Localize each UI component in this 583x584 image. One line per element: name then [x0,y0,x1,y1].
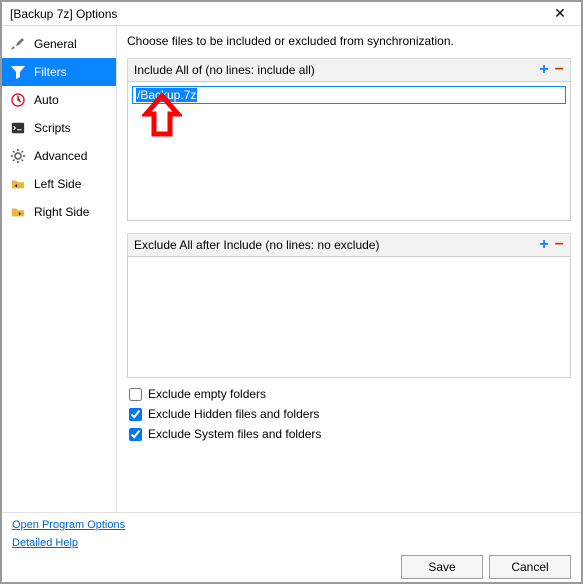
exclude-listbox[interactable] [127,256,571,378]
sidebar-item-label: Filters [34,65,67,79]
sidebar-item-label: Scripts [34,121,71,135]
folder-left-icon [10,176,26,192]
check-exclude-empty[interactable]: Exclude empty folders [129,384,569,404]
gear-icon [10,148,26,164]
checkbox-label: Exclude Hidden files and folders [148,407,319,421]
include-header: Include All of (no lines: include all) +… [127,58,571,81]
sidebar: General Filters Auto Scripts Advanced [2,26,117,512]
exclude-remove-icon[interactable]: − [555,237,564,253]
main-area: General Filters Auto Scripts Advanced [2,26,581,512]
include-listbox[interactable]: /Backup.7z [127,81,571,221]
checkbox-label: Exclude System files and folders [148,427,321,441]
sidebar-item-left-side[interactable]: Left Side [2,170,116,198]
content-panel: Choose files to be included or excluded … [117,26,581,512]
sidebar-item-label: Advanced [34,149,87,163]
check-exclude-system[interactable]: Exclude System files and folders [129,424,569,444]
folder-right-icon [10,204,26,220]
sidebar-item-label: Left Side [34,177,81,191]
wrench-icon [10,36,26,52]
include-controls: + − [539,62,564,78]
sidebar-item-auto[interactable]: Auto [2,86,116,114]
close-icon[interactable]: ✕ [545,5,575,22]
sidebar-item-label: Right Side [34,205,89,219]
cancel-button[interactable]: Cancel [489,555,571,579]
checkbox-group: Exclude empty folders Exclude Hidden fil… [127,378,571,444]
sidebar-item-scripts[interactable]: Scripts [2,114,116,142]
checkbox-empty[interactable] [129,388,142,401]
exclude-controls: + − [539,237,564,253]
include-entry-value: /Backup.7z [136,88,197,102]
footer: Open Program Options Detailed Help Save … [2,512,581,582]
window-title: [Backup 7z] Options [10,7,117,21]
description-text: Choose files to be included or excluded … [127,34,571,48]
exclude-header-label: Exclude All after Include (no lines: no … [134,238,379,252]
exclude-header: Exclude All after Include (no lines: no … [127,233,571,256]
open-program-options-link[interactable]: Open Program Options [12,519,571,531]
sidebar-item-right-side[interactable]: Right Side [2,198,116,226]
include-remove-icon[interactable]: − [555,62,564,78]
footer-links: Open Program Options Detailed Help [12,519,571,555]
sidebar-item-advanced[interactable]: Advanced [2,142,116,170]
include-entry-input[interactable]: /Backup.7z [132,86,566,104]
clock-icon [10,92,26,108]
titlebar: [Backup 7z] Options ✕ [2,2,581,26]
sidebar-item-label: Auto [34,93,59,107]
sidebar-item-label: General [34,37,77,51]
include-header-label: Include All of (no lines: include all) [134,63,315,77]
checkbox-label: Exclude empty folders [148,387,266,401]
checkbox-system[interactable] [129,428,142,441]
checkbox-hidden[interactable] [129,408,142,421]
sidebar-item-filters[interactable]: Filters [2,58,116,86]
exclude-add-icon[interactable]: + [539,237,548,253]
terminal-icon [10,120,26,136]
detailed-help-link[interactable]: Detailed Help [12,537,571,549]
save-button[interactable]: Save [401,555,483,579]
sidebar-item-general[interactable]: General [2,30,116,58]
funnel-icon [10,64,26,80]
footer-buttons: Save Cancel [12,555,571,579]
include-add-icon[interactable]: + [539,62,548,78]
check-exclude-hidden[interactable]: Exclude Hidden files and folders [129,404,569,424]
